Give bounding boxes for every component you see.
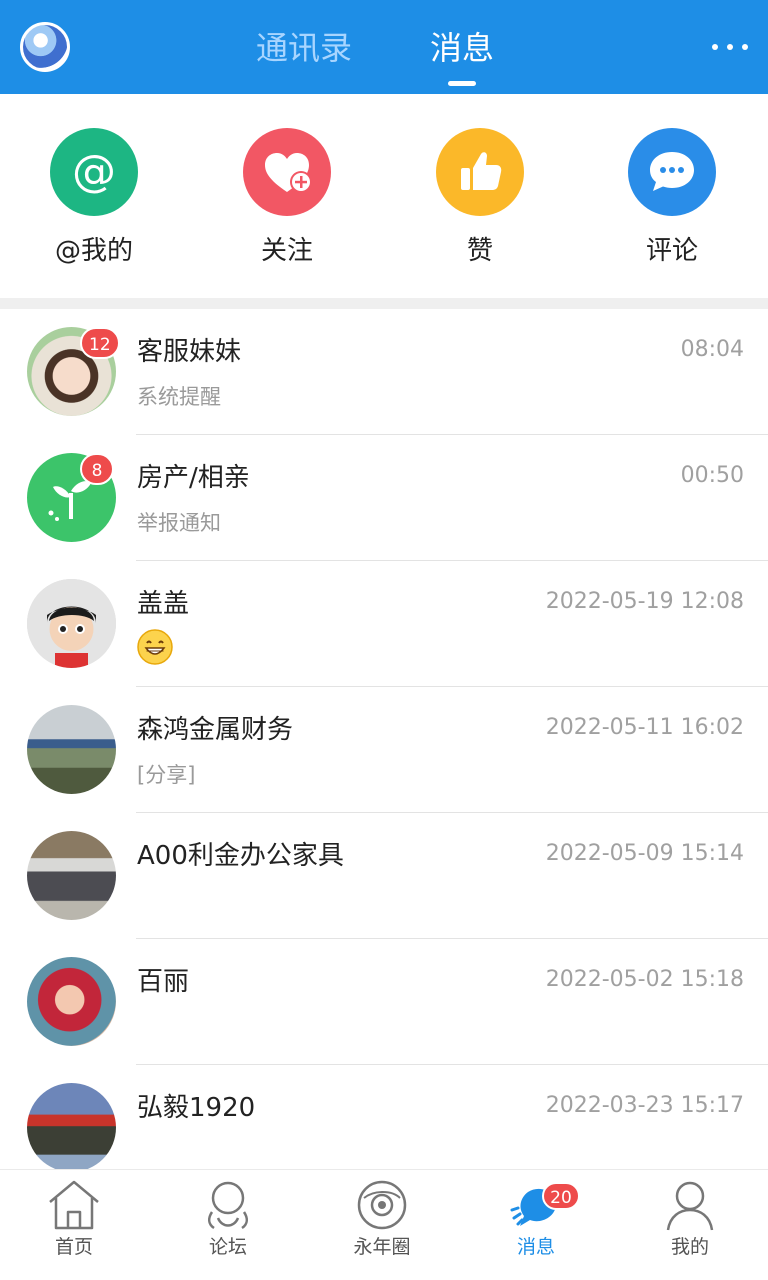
planet-icon	[352, 1178, 412, 1232]
active-tab-indicator	[448, 81, 476, 86]
quick-action-label: @我的	[54, 236, 133, 266]
quick-action-at-me[interactable]: @ @我的	[24, 128, 164, 268]
message-preview: 举报通知	[137, 511, 221, 535]
avatar	[27, 579, 116, 668]
quick-action-like[interactable]: 赞	[410, 128, 550, 268]
message-row[interactable]: A00利金办公家具 2022-05-09 15:14	[0, 813, 768, 939]
contact-name: 百丽	[137, 967, 190, 997]
message-time: 2022-05-19 12:08	[545, 589, 744, 614]
nav-unread-badge: 20	[542, 1182, 580, 1210]
at-icon: @	[50, 128, 138, 216]
message-time: 00:50	[680, 463, 744, 488]
heart-plus-icon	[243, 128, 331, 216]
contact-name: 森鸿金属财务	[137, 715, 294, 745]
quick-action-follow[interactable]: 关注	[217, 128, 357, 268]
nav-label: 消息	[516, 1236, 555, 1258]
section-divider	[0, 298, 768, 309]
avatar	[27, 1083, 116, 1169]
person-icon	[660, 1178, 720, 1232]
thumbs-up-icon	[436, 128, 524, 216]
nav-mine[interactable]: 我的	[630, 1178, 750, 1260]
message-row[interactable]: 百丽 2022-05-02 15:18	[0, 939, 768, 1065]
avatar	[27, 705, 116, 794]
message-time: 2022-05-11 16:02	[545, 715, 744, 740]
message-list[interactable]: 12 客服妹妹 系统提醒 08:04 8 房产/相亲 举报通知 00:50 盖盖…	[0, 309, 768, 1169]
bottom-nav: 首页 论坛 永年圈 消息 20 我的	[0, 1169, 768, 1280]
home-icon	[44, 1178, 104, 1232]
message-time: 08:04	[680, 337, 744, 362]
unread-badge: 8	[80, 453, 114, 485]
message-time: 2022-03-23 15:17	[545, 1093, 744, 1118]
app-logo-icon[interactable]	[20, 22, 70, 72]
top-bar: 通讯录 消息	[0, 0, 768, 94]
grinning-emoji-icon	[137, 629, 173, 665]
nav-label: 首页	[54, 1236, 93, 1258]
contact-name: 弘毅1920	[137, 1093, 256, 1123]
comment-bubble-icon	[628, 128, 716, 216]
message-row[interactable]: 弘毅1920 2022-03-23 15:17	[0, 1065, 768, 1169]
message-row[interactable]: 8 房产/相亲 举报通知 00:50	[0, 435, 768, 561]
tab-messages[interactable]: 消息	[430, 28, 494, 68]
message-preview: 系统提醒	[137, 385, 221, 409]
quick-action-label: 赞	[466, 236, 493, 266]
quick-action-label: 关注	[260, 236, 313, 266]
quick-action-comment[interactable]: 评论	[602, 128, 742, 268]
contact-name: 客服妹妹	[137, 337, 242, 367]
contact-name: 盖盖	[137, 589, 190, 619]
forum-icon	[198, 1178, 258, 1232]
message-time: 2022-05-02 15:18	[545, 967, 744, 992]
more-icon[interactable]	[712, 40, 748, 54]
contact-name: 房产/相亲	[137, 463, 250, 493]
nav-yongnian-circle[interactable]: 永年圈	[322, 1178, 442, 1260]
message-time: 2022-05-09 15:14	[545, 841, 744, 866]
nav-label: 我的	[670, 1236, 709, 1258]
contact-name: A00利金办公家具	[137, 841, 344, 871]
message-row[interactable]: 盖盖 2022-05-19 12:08	[0, 561, 768, 687]
unread-badge: 12	[80, 327, 120, 359]
quick-actions: @ @我的 关注 赞 评论	[0, 94, 768, 298]
message-preview: [分享]	[137, 763, 196, 787]
nav-home[interactable]: 首页	[14, 1178, 134, 1260]
nav-forum[interactable]: 论坛	[168, 1178, 288, 1260]
nav-label: 论坛	[208, 1236, 247, 1258]
nav-label: 永年圈	[353, 1236, 411, 1258]
quick-action-label: 评论	[645, 236, 698, 266]
message-row[interactable]: 森鸿金属财务 [分享] 2022-05-11 16:02	[0, 687, 768, 813]
avatar	[27, 831, 116, 920]
tab-contacts[interactable]: 通讯录	[256, 28, 352, 68]
svg-text:@: @	[72, 146, 116, 197]
message-row[interactable]: 12 客服妹妹 系统提醒 08:04	[0, 309, 768, 435]
avatar	[27, 957, 116, 1046]
